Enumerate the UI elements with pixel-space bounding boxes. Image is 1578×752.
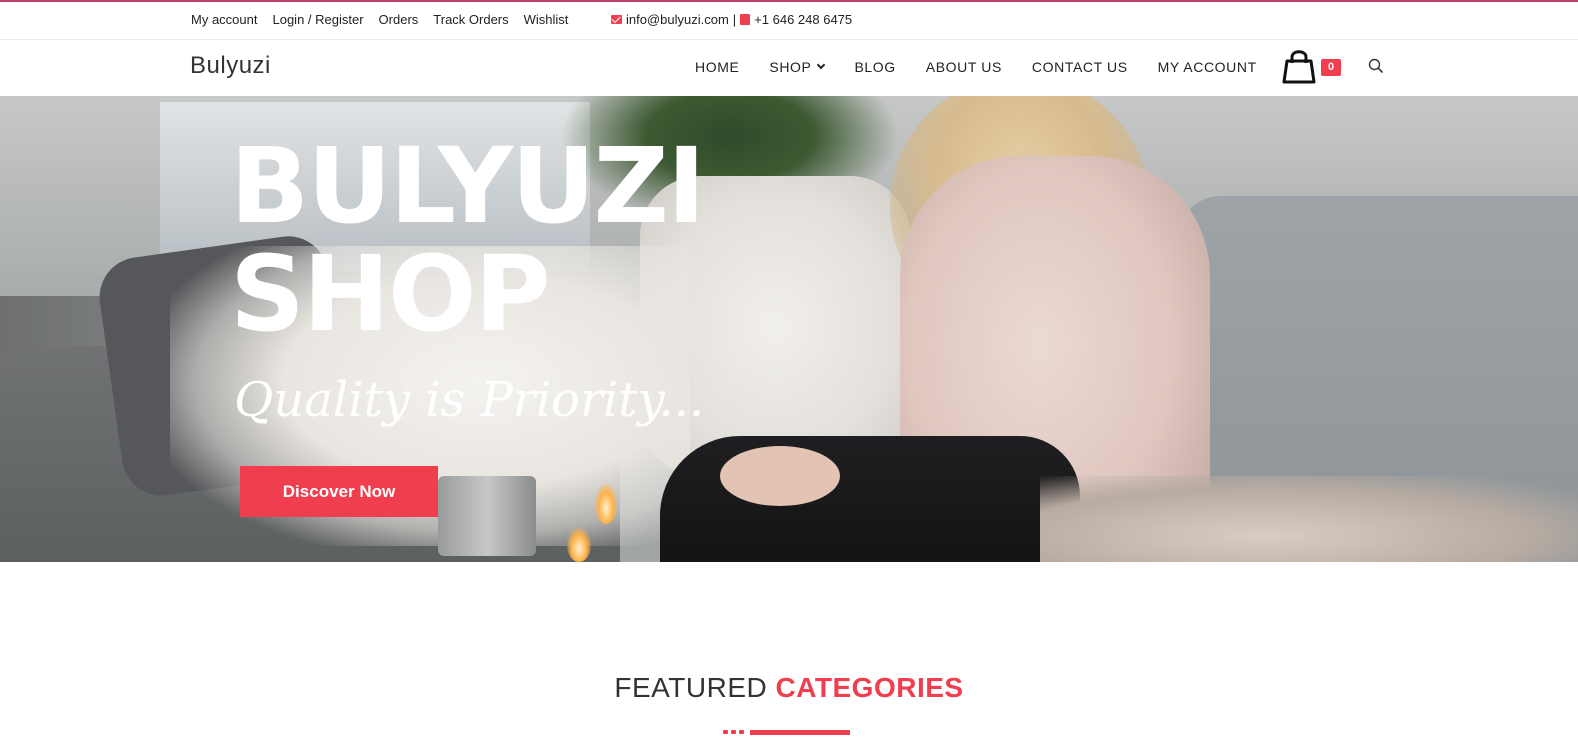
hero-bg-candle-flame	[595, 484, 617, 524]
nav-item-about-us[interactable]: ABOUT US	[926, 59, 1002, 75]
cart-count-badge: 0	[1321, 59, 1341, 76]
featured-heading-word-2: CATEGORIES	[775, 672, 964, 703]
hero-bg-candle-flame	[567, 528, 591, 562]
nav-item-contact-us[interactable]: CONTACT US	[1032, 59, 1128, 75]
search-icon	[1368, 58, 1384, 74]
featured-heading-word-1: FEATURED	[614, 672, 768, 703]
nav-item-my-account[interactable]: MY ACCOUNT	[1158, 59, 1257, 75]
top-links: My account Login / Register Orders Track…	[191, 12, 583, 27]
envelope-icon	[611, 15, 622, 24]
nav-account-label: MY ACCOUNT	[1157, 59, 1257, 75]
featured-categories-heading: FEATURED CATEGORIES	[0, 672, 1578, 704]
nav-home-label: HOME	[695, 59, 740, 75]
top-link-track-orders[interactable]: Track Orders	[433, 12, 508, 27]
discover-now-button[interactable]: Discover Now	[240, 466, 438, 517]
main-nav: HOME SHOP BLOG ABOUT US CONTACT US MY AC…	[695, 59, 1287, 75]
nav-shop-label: SHOP	[769, 59, 812, 75]
hero-title-line-2: SHOP	[230, 233, 551, 355]
hero-bg-legs	[660, 436, 1080, 562]
top-link-orders[interactable]: Orders	[379, 12, 419, 27]
contact-separator: |	[732, 12, 737, 27]
divider-bar	[750, 729, 850, 735]
heading-divider	[723, 729, 850, 735]
hero-title: BULYUZI SHOP	[230, 125, 706, 355]
contact-email[interactable]: info@bulyuzi.com	[626, 12, 729, 27]
site-header: Bulyuzi HOME SHOP BLOG ABOUT US CONTACT …	[0, 40, 1578, 96]
nav-about-label: ABOUT US	[925, 59, 1002, 75]
phone-icon	[740, 14, 751, 25]
hero-title-line-1: BULYUZI	[230, 125, 706, 247]
chevron-down-icon	[817, 60, 826, 70]
cart-button[interactable]	[1282, 48, 1316, 84]
nav-contact-label: CONTACT US	[1031, 59, 1128, 75]
hero-subtitle: Quality is Priority...	[234, 372, 705, 428]
contact-phone[interactable]: +1 646 248 6475	[754, 12, 852, 27]
top-link-login-register[interactable]: Login / Register	[272, 12, 363, 27]
nav-item-blog[interactable]: BLOG	[854, 59, 895, 75]
divider-dot	[731, 730, 736, 734]
contact-info: info@bulyuzi.com | +1 646 248 6475	[611, 12, 852, 27]
shopping-bag-icon	[1282, 50, 1316, 84]
hero-bg-blanket	[1040, 476, 1578, 562]
search-button[interactable]	[1368, 58, 1384, 74]
site-logo[interactable]: Bulyuzi	[190, 52, 271, 80]
nav-blog-label: BLOG	[854, 59, 896, 75]
nav-item-home[interactable]: HOME	[695, 59, 739, 75]
hero-bg-mug	[438, 476, 536, 556]
top-link-wishlist[interactable]: Wishlist	[524, 12, 569, 27]
top-link-my-account[interactable]: My account	[191, 12, 257, 27]
top-bar: My account Login / Register Orders Track…	[0, 0, 1578, 40]
divider-dot	[739, 730, 744, 734]
nav-item-shop[interactable]: SHOP	[769, 59, 826, 75]
divider-dot	[723, 730, 728, 734]
hero-bg-knee	[720, 446, 840, 506]
